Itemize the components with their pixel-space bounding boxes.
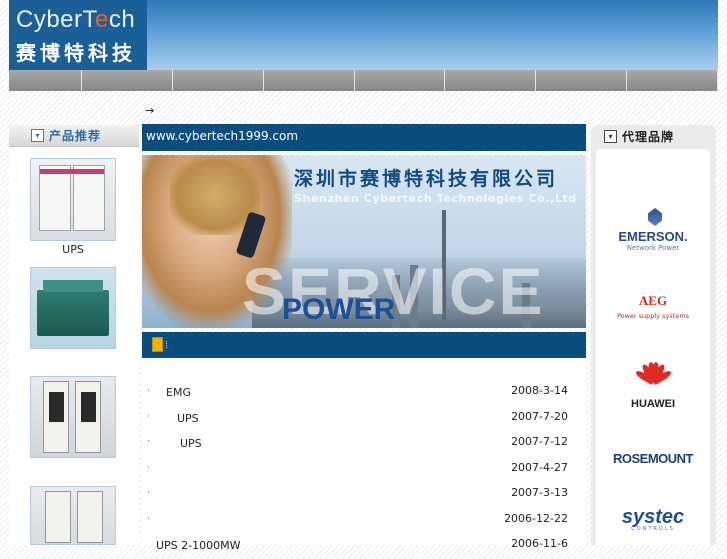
rack-shape bbox=[77, 491, 103, 543]
logo-text-en: CyberTech bbox=[16, 6, 136, 33]
logo-text-cn: 赛博特科技 bbox=[16, 41, 136, 65]
news-date: 2007-7-12 bbox=[511, 435, 568, 448]
site-logo[interactable]: CyberTech 赛博特科技 bbox=[9, 0, 147, 70]
bullet: · bbox=[147, 437, 150, 447]
agent-brands-panel: ▾ 代理品牌 EMERSON. Network Power AEG Power … bbox=[591, 125, 716, 545]
cabinet-stripe bbox=[40, 169, 104, 174]
brand-logo-list: EMERSON. Network Power AEG Power supply … bbox=[596, 149, 710, 545]
bullet: · bbox=[147, 462, 150, 473]
emerson-logo-icon bbox=[648, 208, 662, 226]
generator-top bbox=[43, 280, 103, 292]
cabinet-shape bbox=[73, 165, 105, 231]
product-recommend-title: 产品推荐 bbox=[49, 129, 102, 143]
news-icon-tail bbox=[166, 341, 171, 348]
nav-item-7[interactable] bbox=[536, 70, 628, 91]
news-title[interactable]: EMG bbox=[166, 386, 191, 399]
brand-huawei[interactable]: HUAWEI bbox=[596, 398, 710, 410]
folder-icon bbox=[152, 337, 163, 352]
main-nav bbox=[9, 70, 719, 91]
news-date: 2007-7-20 bbox=[511, 409, 568, 423]
bullet: · bbox=[147, 513, 150, 524]
site-url-bar[interactable]: www.cybertech1999.com bbox=[142, 124, 586, 151]
nav-item-8[interactable] bbox=[627, 70, 719, 91]
banner-company-name-cn: 深圳市赛博特科技有限公司 bbox=[294, 168, 559, 190]
news-title[interactable]: UPS bbox=[177, 412, 199, 425]
brand-systec-tagline: CONTROLS bbox=[631, 526, 675, 532]
news-header-bar bbox=[142, 332, 586, 358]
news-row[interactable]: · EMG 2008-3-14 bbox=[142, 380, 586, 406]
bullet: · bbox=[147, 411, 150, 422]
news-title[interactable]: UPS 2-1000MW bbox=[156, 539, 241, 552]
hero-banner: 深圳市赛博特科技有限公司 Shenzhen Cybertech Technolo… bbox=[142, 155, 586, 328]
nav-item-5[interactable] bbox=[355, 70, 446, 91]
news-row[interactable]: · UPS 2007-7-20 bbox=[142, 406, 586, 432]
nav-item-4[interactable] bbox=[264, 70, 355, 91]
site-header: CyberTech 赛博特科技 bbox=[9, 0, 718, 70]
nav-item-1[interactable] bbox=[9, 70, 82, 91]
nav-item-6[interactable] bbox=[445, 70, 537, 91]
agent-brands-header: ▾ 代理品牌 bbox=[591, 125, 716, 147]
chevron-box-icon: ▾ bbox=[31, 129, 44, 142]
brand-rosemount[interactable]: ROSEMOUNT bbox=[596, 451, 710, 466]
banner-power-text: POWER bbox=[282, 293, 396, 326]
banner-company-name-en: Shenzhen Cybertech Technologies Co.,Ltd bbox=[294, 192, 577, 205]
rack-shape bbox=[75, 381, 101, 453]
brand-aeg[interactable]: AEG bbox=[596, 293, 710, 309]
agent-brands-title: 代理品牌 bbox=[622, 129, 675, 144]
brand-emerson-tagline: Network Power bbox=[626, 244, 680, 252]
rack-shape bbox=[45, 491, 71, 543]
news-row[interactable]: · 2007-3-13 bbox=[142, 482, 586, 508]
product-image-cabinet[interactable] bbox=[30, 486, 116, 545]
huawei-logo-icon[interactable] bbox=[634, 360, 673, 396]
bullet: · bbox=[147, 386, 150, 396]
cabinet-shape bbox=[39, 165, 71, 231]
chevron-box-icon: ▾ bbox=[604, 129, 617, 143]
bullet: · bbox=[147, 488, 150, 498]
product-recommend-header: ▾ 产品推荐 bbox=[9, 125, 139, 147]
product-label-ups[interactable]: UPS bbox=[30, 243, 116, 256]
product-recommend-panel: ▾ 产品推荐 UPS bbox=[9, 125, 139, 545]
news-date: 2008-3-14 bbox=[511, 384, 568, 397]
news-list: · EMG 2008-3-14 · UPS 2007-7-20 · UPS 20… bbox=[142, 380, 586, 559]
product-image-generator[interactable] bbox=[30, 267, 116, 349]
generator-shape bbox=[37, 290, 109, 336]
brand-emerson[interactable]: EMERSON. bbox=[596, 229, 710, 244]
news-row[interactable]: · 2006-12-22 bbox=[142, 508, 586, 534]
news-row[interactable]: UPS 2-1000MW 2006-11-6 bbox=[142, 533, 586, 559]
news-row[interactable]: · UPS 2007-7-12 bbox=[142, 431, 586, 457]
news-date: 2006-11-6 bbox=[511, 537, 568, 550]
rack-shape bbox=[43, 381, 69, 453]
news-date: 2007-4-27 bbox=[511, 460, 568, 474]
news-row[interactable]: · 2007-4-27 bbox=[142, 457, 586, 483]
product-image-rack[interactable] bbox=[30, 376, 116, 458]
news-date: 2006-12-22 bbox=[504, 511, 568, 525]
nav-item-2[interactable] bbox=[82, 70, 173, 91]
news-title[interactable]: UPS bbox=[180, 437, 202, 450]
brand-aeg-tagline: Power supply systems bbox=[616, 312, 690, 320]
breadcrumb-arrow: → bbox=[145, 104, 155, 117]
nav-item-3[interactable] bbox=[173, 70, 264, 91]
product-image-ups[interactable] bbox=[30, 158, 116, 241]
news-date: 2007-3-13 bbox=[511, 486, 568, 499]
